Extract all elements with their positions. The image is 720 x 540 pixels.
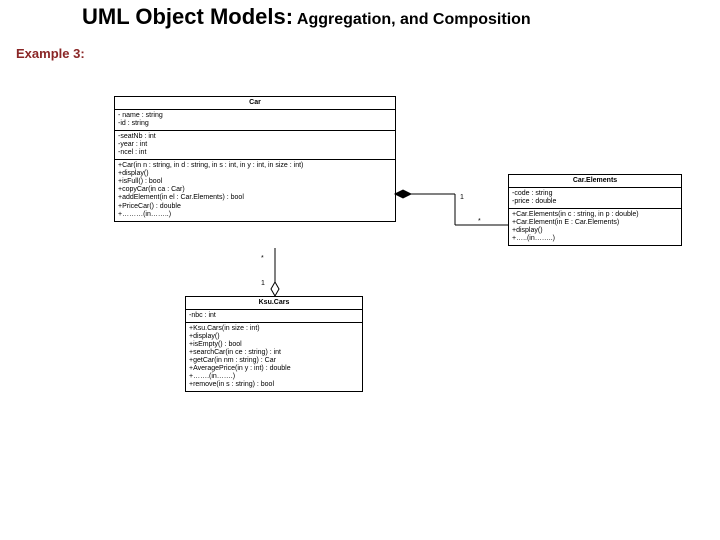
op: +Ksu.Cars(in size : int) [189,325,359,333]
class-name-car: Car [115,97,395,110]
op: +Car.Elements(in c : string, in p : doub… [512,211,678,219]
class-box-car-elements: Car.Elements -code : string -price : dou… [508,174,682,246]
op: +addElement(in el : Car.Elements) : bool [118,194,392,202]
op: +…….(in…….) [189,373,359,381]
op: +searchCar(in ce : string) : int [189,349,359,357]
mult-car-to-ksu-near: * [261,255,264,262]
op: +getCar(in nm : string) : Car [189,357,359,365]
op: +PriceCar() : double [118,203,392,211]
class-ops-car-elements: +Car.Elements(in c : string, in p : doub… [509,209,681,245]
connectors-svg [0,0,720,540]
example-label: Example 3: [16,46,85,61]
op: +display() [189,333,359,341]
mult-car-to-elements-near: 1 [460,194,464,201]
page-title: UML Object Models: Aggregation, and Comp… [82,4,531,30]
attr: -id : string [118,120,392,128]
attr: -ncel : int [118,149,392,157]
attr: -code : string [512,190,678,198]
class-ops-car: +Car(in n : string, in d : string, in s … [115,160,395,220]
class-box-ksu-cars: Ksu.Cars -nbc : int +Ksu.Cars(in size : … [185,296,363,392]
mult-car-to-elements-far: * [478,218,481,225]
op: +isFull() : bool [118,178,392,186]
title-sub: Aggregation, and Composition [293,11,531,28]
attr: -price : double [512,198,678,206]
class-attrs-car-elements: -code : string -price : double [509,188,681,209]
uml-diagram-page: { "title_lead": "UML Object Models:", "t… [0,0,720,540]
class-name-ksu-cars: Ksu.Cars [186,297,362,310]
mult-car-to-ksu-far: 1 [261,280,265,287]
op: +AveragePrice(in y : int) : double [189,365,359,373]
op: +…..(in……..) [512,235,678,243]
attr: -year : int [118,141,392,149]
aggregation-diamond-icon [271,282,279,296]
op: +Car.Element(in E : Car.Elements) [512,219,678,227]
class-attrs1-car: - name : string -id : string [115,110,395,131]
op: +display() [118,170,392,178]
class-ops-ksu-cars: +Ksu.Cars(in size : int) +display() +isE… [186,323,362,391]
composition-diamond-icon [395,190,411,198]
attr: -seatNb : int [118,133,392,141]
attr: - name : string [118,112,392,120]
op: +isEmpty() : bool [189,341,359,349]
attr: -nbc : int [189,312,359,320]
class-attrs-ksu-cars: -nbc : int [186,310,362,323]
class-name-car-elements: Car.Elements [509,175,681,188]
title-lead: UML Object Models: [82,4,293,29]
op: +display() [512,227,678,235]
op: +………(in……..) [118,211,392,219]
op: +copyCar(in ca : Car) [118,186,392,194]
op: +remove(in s : string) : bool [189,381,359,389]
op: +Car(in n : string, in d : string, in s … [118,162,392,170]
class-attrs2-car: -seatNb : int -year : int -ncel : int [115,131,395,160]
class-box-car: Car - name : string -id : string -seatNb… [114,96,396,222]
